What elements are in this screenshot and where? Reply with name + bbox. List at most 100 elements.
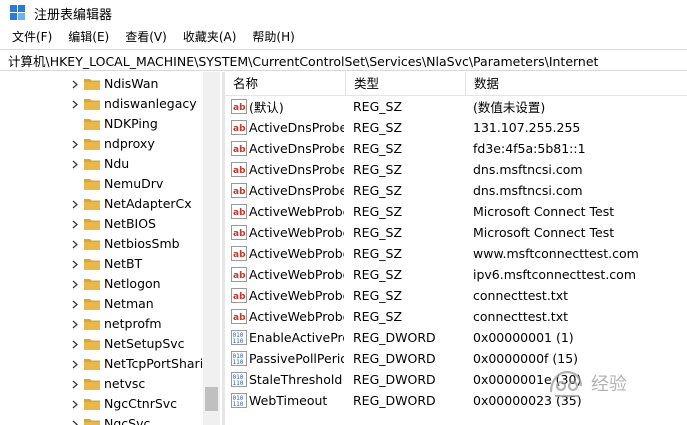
svg-text:ab: ab	[233, 166, 246, 176]
value-row[interactable]: abActiveWebProbePath REG_SZ connecttest.tx…	[225, 285, 687, 306]
dword-value-icon: 010 110	[231, 372, 247, 387]
chevron-right-icon[interactable]	[70, 134, 80, 154]
chevron-right-icon[interactable]	[70, 214, 80, 234]
chevron-right-icon[interactable]	[70, 254, 80, 274]
value-name: ActiveWebProbeContentV6	[249, 225, 344, 240]
chevron-right-icon[interactable]	[70, 354, 80, 374]
tree-item[interactable]: NetTcpPortSharin	[0, 354, 203, 374]
address-path[interactable]: 计算机\HKEY_LOCAL_MACHINE\SYSTEM\CurrentCon…	[8, 51, 598, 70]
value-row[interactable]: abActiveDnsProbeHostV6 REG_SZ dns.msftncsi…	[225, 180, 687, 201]
tree-item-label: NDKPing	[104, 116, 158, 131]
tree-vertical-scrollbar[interactable]	[203, 72, 220, 425]
menu-view[interactable]: 查看(V)	[117, 26, 175, 48]
svg-text:ab: ab	[233, 145, 246, 155]
value-data: www.msftconnecttest.com	[473, 246, 639, 261]
folder-icon	[84, 237, 100, 251]
scrollbar-thumb[interactable]	[205, 387, 218, 411]
folder-icon	[84, 317, 100, 331]
folder-icon	[84, 177, 100, 191]
value-row[interactable]: abActiveDnsProbeHost REG_SZ dns.msftncsi.c…	[225, 159, 687, 180]
tree-item[interactable]: NemuDrv	[0, 174, 203, 194]
menu-favorites[interactable]: 收藏夹(A)	[175, 26, 245, 48]
menu-help[interactable]: 帮助(H)	[244, 26, 302, 48]
menu-edit[interactable]: 编辑(E)	[60, 26, 117, 48]
value-row[interactable]: ab (默认) REG_SZ (数值未设置)	[225, 96, 687, 117]
folder-icon	[84, 97, 100, 111]
chevron-right-icon[interactable]	[70, 94, 80, 114]
tree-item[interactable]: NdisWan	[0, 74, 203, 94]
value-data: 0x00000001 (1)	[473, 330, 574, 345]
key-tree-pane[interactable]: NdisWan ndiswanlegacy NDKPing ndproxy Ndu Nem…	[0, 72, 220, 425]
chevron-right-icon[interactable]	[70, 154, 80, 174]
tree-item[interactable]: NgcSvc	[0, 414, 203, 425]
tree-item[interactable]: Netman	[0, 294, 203, 314]
value-row[interactable]: abActiveWebProbeContent REG_SZ Microsoft C…	[225, 201, 687, 222]
chevron-right-icon[interactable]	[70, 414, 80, 425]
chevron-right-icon[interactable]	[70, 294, 80, 314]
address-bar[interactable]: 计算机\HKEY_LOCAL_MACHINE\SYSTEM\CurrentCon…	[0, 49, 687, 71]
value-name: ActiveDnsProbeContent	[249, 120, 344, 135]
tree-item[interactable]: NetBT	[0, 254, 203, 274]
svg-text:ab: ab	[233, 271, 246, 281]
tree-item-label: NetSetupSvc	[104, 336, 185, 351]
tree-item[interactable]: Netlogon	[0, 274, 203, 294]
folder-icon	[84, 157, 100, 171]
value-data: (数值未设置)	[473, 100, 546, 115]
menu-file[interactable]: 文件(F)	[4, 26, 60, 48]
chevron-right-icon[interactable]	[70, 74, 80, 94]
tree-item[interactable]: NetbiosSmb	[0, 234, 203, 254]
column-header-type[interactable]: 类型	[346, 72, 466, 96]
string-value-icon: ab	[231, 309, 247, 324]
watermark: 经验	[545, 366, 685, 400]
value-type: REG_SZ	[353, 288, 403, 303]
value-type: REG_SZ	[353, 141, 403, 156]
chevron-right-icon[interactable]	[70, 194, 80, 214]
title-bar: 注册表编辑器	[0, 0, 687, 26]
tree-item[interactable]: netvsc	[0, 374, 203, 394]
svg-text:ab: ab	[233, 208, 246, 218]
chevron-right-icon[interactable]	[70, 394, 80, 414]
value-row[interactable]: abActiveWebProbePathV6 REG_SZ connecttest.…	[225, 306, 687, 327]
dword-value-icon: 010 110	[231, 330, 247, 345]
value-data: Microsoft Connect Test	[473, 225, 615, 240]
value-row[interactable]: abActiveWebProbeHost REG_SZ www.msftconnec…	[225, 243, 687, 264]
chevron-right-icon[interactable]	[70, 374, 80, 394]
tree-item-label: Netman	[104, 296, 154, 311]
value-type: REG_DWORD	[353, 393, 436, 408]
value-row[interactable]: 010110EnableActiveProbing REG_DWORD 0x0000…	[225, 327, 687, 348]
value-data: fd3e:4f5a:5b81::1	[473, 141, 586, 156]
tree-item[interactable]: netprofm	[0, 314, 203, 334]
tree-item[interactable]: ndiswanlegacy	[0, 94, 203, 114]
tree-item[interactable]: ndproxy	[0, 134, 203, 154]
value-type: REG_SZ	[353, 99, 403, 114]
tree-item[interactable]: NetSetupSvc	[0, 334, 203, 354]
tree-item-label: NemuDrv	[104, 176, 164, 191]
chevron-right-icon[interactable]	[70, 274, 80, 294]
tree-item-label: ndiswanlegacy	[104, 96, 197, 111]
tree-item[interactable]: NetAdapterCx	[0, 194, 203, 214]
value-row[interactable]: abActiveDnsProbeContentV6 REG_SZ fd3e:4f5a…	[225, 138, 687, 159]
tree-item[interactable]: NetBIOS	[0, 214, 203, 234]
chevron-right-icon[interactable]	[70, 234, 80, 254]
value-name: ActiveWebProbePath	[249, 288, 344, 303]
value-type: REG_SZ	[353, 267, 403, 282]
value-row[interactable]: abActiveWebProbeContentV6 REG_SZ Microsoft…	[225, 222, 687, 243]
value-type: REG_SZ	[353, 183, 403, 198]
tree-item-label: Ndu	[104, 156, 130, 171]
string-value-icon: ab	[231, 183, 247, 198]
column-header-data[interactable]: 数据	[466, 72, 687, 96]
tree-item-label: ndproxy	[104, 136, 155, 151]
tree-item[interactable]: NgcCtnrSvc	[0, 394, 203, 414]
value-name: (默认)	[249, 100, 284, 115]
svg-text:ab: ab	[233, 313, 246, 323]
folder-icon	[84, 77, 100, 91]
folder-icon	[84, 337, 100, 351]
tree-item[interactable]: Ndu	[0, 154, 203, 174]
column-header-name[interactable]: 名称	[225, 72, 346, 96]
folder-icon	[84, 297, 100, 311]
chevron-right-icon[interactable]	[70, 314, 80, 334]
chevron-right-icon[interactable]	[70, 334, 80, 354]
value-row[interactable]: abActiveWebProbeHostV6 REG_SZ ipv6.msftcon…	[225, 264, 687, 285]
tree-item[interactable]: NDKPing	[0, 114, 203, 134]
value-row[interactable]: abActiveDnsProbeContent REG_SZ 131.107.255…	[225, 117, 687, 138]
